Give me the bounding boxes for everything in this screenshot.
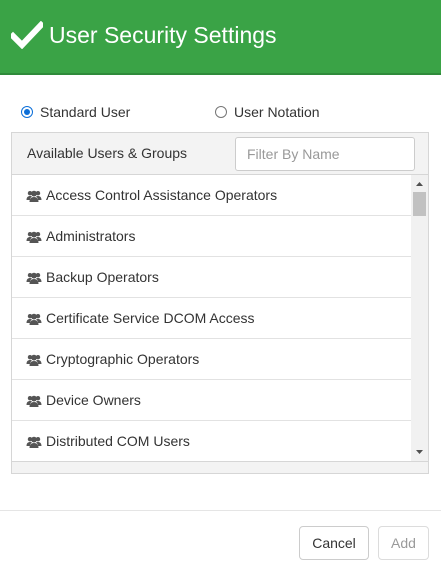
list-item[interactable]: Certificate Service DCOM Access: [12, 298, 411, 339]
footer-divider: [0, 510, 441, 511]
list-item-label: Administrators: [46, 228, 136, 244]
users-icon: [26, 394, 42, 407]
users-groups-list: Access Control Assistance Operators Admin…: [12, 175, 411, 461]
list-item[interactable]: Administrators: [12, 216, 411, 257]
users-icon: [26, 189, 42, 202]
list-item-label: Device Owners: [46, 392, 141, 408]
filter-by-name-input[interactable]: [235, 137, 415, 171]
list-item-label: Backup Operators: [46, 269, 159, 285]
list-item[interactable]: Backup Operators: [12, 257, 411, 298]
users-icon: [26, 435, 42, 448]
panel-heading: Available Users & Groups: [27, 145, 188, 161]
users-groups-panel: Available Users & Groups Access Control …: [11, 132, 429, 474]
list-item[interactable]: Cryptographic Operators: [12, 339, 411, 380]
scroll-up-arrow-icon[interactable]: [411, 177, 428, 191]
radio-user-notation-control[interactable]: [215, 106, 227, 118]
list-scrollbar[interactable]: [411, 175, 428, 461]
radio-standard-user-label: Standard User: [40, 104, 131, 120]
users-icon: [26, 312, 42, 325]
list-item-label: Cryptographic Operators: [46, 351, 200, 367]
check-icon: [11, 21, 43, 49]
list-item[interactable]: Access Control Assistance Operators: [12, 175, 411, 216]
cancel-button[interactable]: Cancel: [299, 526, 369, 560]
scroll-down-arrow-icon[interactable]: [411, 445, 428, 459]
list-item-label: Certificate Service DCOM Access: [46, 310, 255, 326]
users-icon: [26, 353, 42, 366]
users-icon: [26, 230, 42, 243]
dialog-header: User Security Settings: [0, 0, 441, 75]
users-icon: [26, 271, 42, 284]
add-button[interactable]: Add: [378, 526, 429, 560]
radio-user-notation-label: User Notation: [234, 104, 320, 120]
radio-standard-user[interactable]: Standard User: [21, 103, 130, 121]
panel-footer: [12, 461, 428, 473]
panel-header: Available Users & Groups: [12, 133, 428, 175]
user-security-dialog: User Security Settings Standard User Use…: [0, 0, 441, 571]
radio-user-notation[interactable]: User Notation: [215, 103, 320, 121]
list-item[interactable]: Distributed COM Users: [12, 421, 411, 461]
list-item[interactable]: Device Owners: [12, 380, 411, 421]
list-item-label: Distributed COM Users: [46, 433, 190, 449]
list-item-label: Access Control Assistance Operators: [46, 187, 278, 203]
radio-standard-user-control[interactable]: [21, 106, 33, 118]
dialog-title: User Security Settings: [49, 22, 277, 48]
scrollbar-thumb[interactable]: [413, 192, 426, 216]
